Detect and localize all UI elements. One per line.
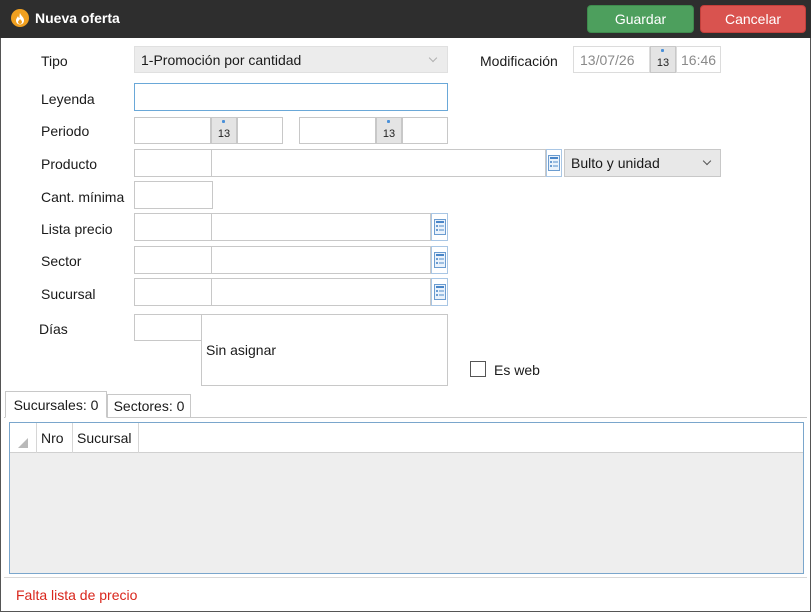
status-message: Falta lista de precio	[16, 587, 138, 603]
producto-label: Producto	[41, 156, 98, 172]
modificacion-time-field: 16:46	[676, 46, 721, 73]
grid-column-header[interactable]: Nro	[37, 423, 73, 453]
list-lookup-icon[interactable]	[431, 213, 448, 241]
chevron-down-icon	[702, 156, 712, 166]
producto-code-input[interactable]	[134, 149, 212, 177]
lista-precio-description-input[interactable]	[211, 213, 431, 241]
sucursales-grid[interactable]: Nro Sucursal	[9, 422, 804, 574]
dias-list[interactable]: Sin asignar	[201, 314, 448, 386]
grid-column-header[interactable]: Sucursal	[73, 423, 139, 453]
leyenda-label: Leyenda	[41, 91, 95, 107]
tab-sectores[interactable]: Sectores: 0	[107, 394, 191, 418]
periodo-from-time[interactable]	[237, 117, 283, 144]
calendar-icon[interactable]: 13	[211, 117, 237, 144]
producto-unit-select[interactable]: Bulto y unidad	[564, 149, 721, 177]
periodo-from-date[interactable]	[134, 117, 211, 144]
tipo-value: 1-Promoción por cantidad	[141, 51, 302, 68]
cancel-button[interactable]: Cancelar	[700, 5, 806, 33]
list-lookup-icon[interactable]	[431, 278, 448, 306]
calendar-day: 13	[382, 128, 396, 140]
periodo-to-date[interactable]	[299, 117, 376, 144]
calendar-icon[interactable]: 13	[650, 46, 676, 73]
sector-label: Sector	[41, 253, 82, 269]
producto-unit-value: Bulto y unidad	[571, 155, 660, 171]
dias-input[interactable]	[134, 314, 202, 341]
es-web-label: Es web	[494, 362, 540, 378]
calendar-day: 13	[217, 128, 231, 140]
tipo-select[interactable]: 1-Promoción por cantidad	[134, 46, 448, 73]
tipo-label: Tipo	[41, 53, 68, 69]
cant-minima-input[interactable]	[134, 181, 213, 209]
tab-sucursales[interactable]: Sucursales: 0	[5, 391, 107, 418]
list-lookup-icon[interactable]	[431, 246, 448, 274]
sector-description-input[interactable]	[211, 246, 431, 274]
dias-value: Sin asignar	[206, 342, 277, 358]
lista-precio-code-input[interactable]	[134, 213, 212, 241]
sucursal-code-input[interactable]	[134, 278, 212, 306]
save-button[interactable]: Guardar	[587, 5, 694, 33]
calendar-icon[interactable]: 13	[376, 117, 402, 144]
periodo-label: Periodo	[41, 123, 90, 139]
calendar-day: 13	[656, 57, 670, 69]
producto-description-input[interactable]	[211, 149, 546, 177]
status-divider	[4, 577, 807, 578]
lista-precio-label: Lista precio	[41, 221, 113, 237]
periodo-to-time[interactable]	[402, 117, 448, 144]
flame-icon	[11, 9, 29, 27]
modificacion-date-field: 13/07/26	[573, 46, 650, 73]
cant-minima-label: Cant. mínima	[41, 189, 125, 205]
grid-header: Nro Sucursal	[10, 423, 803, 453]
dias-label: Días	[39, 321, 68, 337]
chevron-down-icon	[428, 53, 438, 63]
sector-code-input[interactable]	[134, 246, 212, 274]
sucursal-label: Sucursal	[41, 286, 96, 302]
list-lookup-icon[interactable]	[546, 149, 562, 177]
modificacion-label: Modificación	[480, 53, 558, 69]
sucursal-description-input[interactable]	[211, 278, 431, 306]
leyenda-input[interactable]	[134, 83, 448, 111]
grid-corner	[10, 423, 37, 453]
es-web-checkbox[interactable]	[470, 361, 486, 377]
window-title: Nueva oferta	[35, 10, 120, 26]
